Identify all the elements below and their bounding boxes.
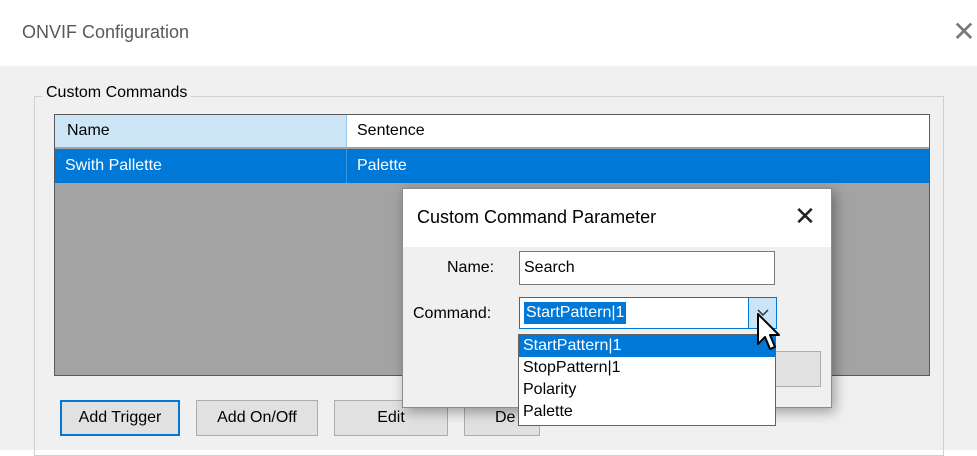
window-titlebar: ONVIF Configuration ✕ xyxy=(0,0,977,66)
dropdown-option[interactable]: StopPattern|1 xyxy=(519,357,775,379)
add-on-off-button[interactable]: Add On/Off xyxy=(196,400,318,436)
cell-sentence[interactable]: Palette xyxy=(347,149,929,183)
window-title: ONVIF Configuration xyxy=(22,22,190,42)
grid-header: Name Sentence xyxy=(55,115,929,147)
close-icon[interactable]: ✕ xyxy=(952,14,976,50)
dropdown-option[interactable]: Palette xyxy=(519,401,775,423)
column-header-sentence[interactable]: Sentence xyxy=(347,115,929,147)
command-dropdown-list[interactable]: StartPattern|1 StopPattern|1 Polarity Pa… xyxy=(518,334,776,426)
dropdown-option[interactable]: StartPattern|1 xyxy=(519,335,775,357)
cell-name[interactable]: Swith Pallette xyxy=(55,149,347,183)
column-header-name[interactable]: Name xyxy=(55,115,347,147)
dialog-titlebar: Custom Command Parameter ✕ xyxy=(403,189,831,247)
dialog-title: Custom Command Parameter xyxy=(417,207,657,227)
name-input[interactable]: Search xyxy=(519,251,775,285)
onvif-configuration-window: ONVIF Configuration ✕ Custom Commands Na… xyxy=(0,0,977,456)
dropdown-option[interactable]: Polarity xyxy=(519,379,775,401)
name-label: Name: xyxy=(447,259,495,276)
command-label: Command: xyxy=(413,305,492,322)
add-trigger-button[interactable]: Add Trigger xyxy=(60,400,180,436)
command-selected-value: StartPattern|1 xyxy=(524,302,627,324)
group-label: Custom Commands xyxy=(42,84,192,102)
table-row[interactable]: Swith Pallette Palette xyxy=(55,149,929,183)
close-icon[interactable]: ✕ xyxy=(787,199,823,235)
command-combobox[interactable]: StartPattern|1 xyxy=(519,297,777,329)
mouse-cursor-icon xyxy=(757,313,780,350)
